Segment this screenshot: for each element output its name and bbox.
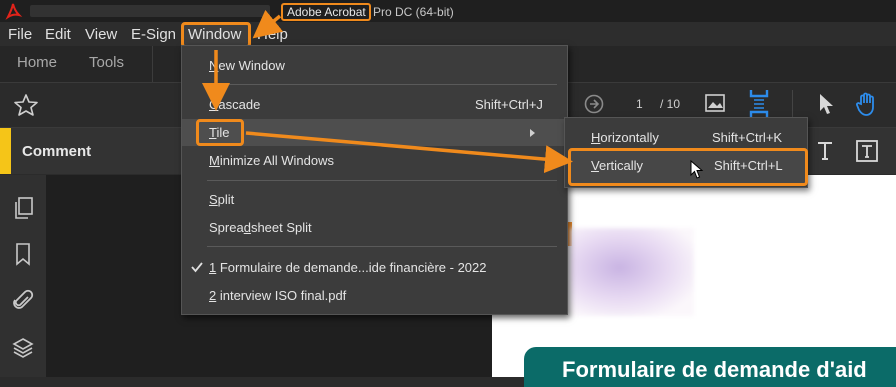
menu-item-minimize-all[interactable]: Minimize All Windows <box>209 153 334 168</box>
menu-separator <box>207 246 557 247</box>
vertically-shortcut: Shift+Ctrl+L <box>714 158 783 173</box>
page-total: / 10 <box>660 97 681 111</box>
menu-item-cascade-label: ascade <box>218 97 261 112</box>
cascade-shortcut: Shift+Ctrl+J <box>475 97 543 112</box>
menu-edit[interactable]: Edit <box>45 26 71 43</box>
menu-item-document-2[interactable]: 2 interview ISO final.pdf <box>209 288 346 303</box>
comment-label: Comment <box>22 143 92 160</box>
next-page-icon[interactable] <box>584 94 604 114</box>
menu-file[interactable]: File <box>8 26 32 43</box>
menu-window[interactable]: Window <box>188 26 241 43</box>
mnemonic-d: d <box>243 220 251 235</box>
hand-tool-icon[interactable] <box>855 92 879 116</box>
tab-tools[interactable]: Tools <box>89 54 124 71</box>
vertically-label: ertically <box>598 158 644 173</box>
submenu-arrow-icon <box>530 129 535 137</box>
mnemonic-c: C <box>209 97 219 112</box>
comment-accent-bar <box>0 128 11 174</box>
mnemonic-s: S <box>209 192 218 207</box>
bookmark-icon[interactable] <box>15 243 31 266</box>
menu-item-document-1[interactable]: 1 Formulaire de demande...ide financière… <box>209 260 487 275</box>
fit-page-icon[interactable] <box>748 88 770 120</box>
mnemonic-v: V <box>591 158 599 173</box>
submenu-item-vertically[interactable]: Vertically <box>591 158 643 173</box>
layers-icon[interactable] <box>12 337 34 359</box>
text-tool-icon[interactable] <box>816 141 834 161</box>
mnemonic-h: H <box>591 130 601 145</box>
menu-item-minimize-all-label: inimize All Windows <box>219 153 334 168</box>
image-export-icon[interactable] <box>704 92 726 114</box>
mnemonic-n: N <box>209 58 219 73</box>
menu-view[interactable]: View <box>85 26 117 43</box>
toolbar-divider <box>792 90 793 118</box>
app-title-suffix: Pro DC (64-bit) <box>373 5 454 19</box>
tab-home[interactable]: Home <box>17 54 57 71</box>
select-cursor-icon[interactable] <box>817 93 835 115</box>
spreadsheet-split-pre: Sprea <box>209 220 244 235</box>
star-icon[interactable] <box>14 94 38 116</box>
mnemonic-m: M <box>209 153 220 168</box>
mouse-cursor-icon <box>690 159 704 179</box>
menu-item-document-1-label: Formulaire de demande...ide financière -… <box>216 260 487 275</box>
horizontally-shortcut: Shift+Ctrl+K <box>712 130 783 145</box>
menu-item-spreadsheet-split[interactable]: Spreadsheet Split <box>209 220 312 235</box>
page-number-input[interactable]: 1 <box>636 97 643 111</box>
menu-help[interactable]: Help <box>257 26 288 43</box>
menu-item-document-2-label: interview ISO final.pdf <box>216 288 347 303</box>
text-box-icon[interactable] <box>855 139 879 163</box>
form-title: Formulaire de demande d'aid <box>562 357 867 382</box>
submenu-item-horizontally[interactable]: Horizontally <box>591 130 659 145</box>
tab-divider <box>152 46 153 82</box>
app-title: Adobe Acrobat <box>287 5 366 19</box>
attachment-icon[interactable] <box>12 289 34 313</box>
menu-item-split[interactable]: Split <box>209 192 234 207</box>
spreadsheet-split-post: sheet Split <box>250 220 312 235</box>
menu-separator <box>207 180 557 181</box>
menu-esign[interactable]: E-Sign <box>131 26 176 43</box>
menu-item-cascade[interactable]: Cascade <box>209 97 260 112</box>
blurred-document-title <box>30 5 270 17</box>
pages-icon[interactable] <box>14 197 34 219</box>
menu-item-split-label: plit <box>217 192 235 207</box>
checkmark-icon <box>191 262 203 273</box>
acrobat-logo-icon <box>5 3 23 20</box>
tile-highlight-box <box>196 119 244 146</box>
horizontally-label: orizontally <box>600 130 659 145</box>
menu-separator <box>207 84 557 85</box>
menu-item-new-window[interactable]: New Window <box>209 58 285 73</box>
blurred-logo <box>570 228 694 316</box>
menu-item-new-window-label: ew Window <box>218 58 285 73</box>
